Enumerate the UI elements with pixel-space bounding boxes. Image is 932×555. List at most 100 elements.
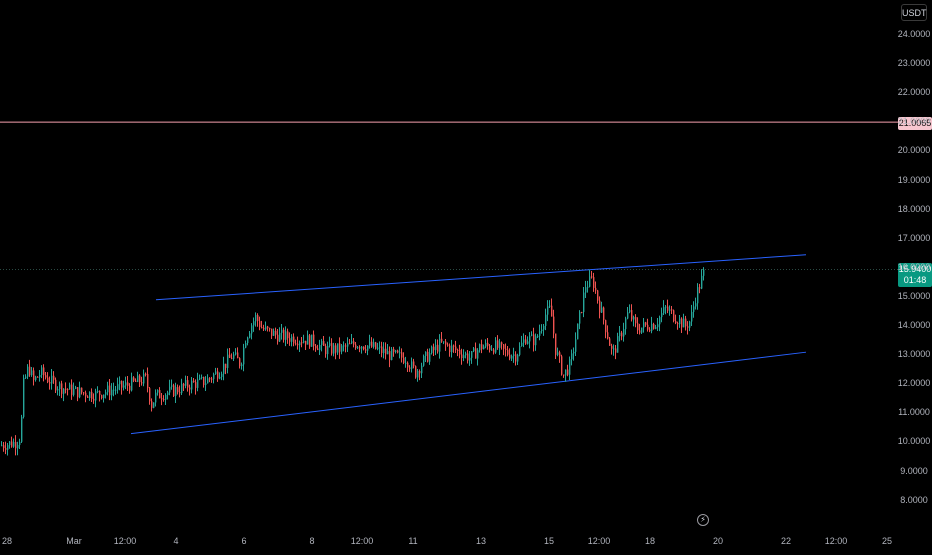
candle-body xyxy=(247,337,249,344)
candle-body xyxy=(535,336,537,346)
price-tick-label: 9.0000 xyxy=(900,465,928,476)
time-tick-label: 22 xyxy=(780,536,792,546)
candle-body xyxy=(187,380,189,388)
candle-body xyxy=(109,385,111,396)
candle-body xyxy=(85,392,87,397)
price-tick-label: 21.0000 xyxy=(897,116,931,127)
candle-body xyxy=(497,340,499,348)
candle-body xyxy=(667,306,669,311)
candle-body xyxy=(99,390,101,396)
candle-body xyxy=(595,287,597,291)
candle-body xyxy=(585,287,587,293)
candle-body xyxy=(285,331,287,340)
candle-body xyxy=(113,389,115,391)
chart-area[interactable] xyxy=(0,0,932,550)
candle-body xyxy=(37,376,39,378)
candle-body xyxy=(681,318,683,328)
candle-body xyxy=(433,346,435,351)
candle-body xyxy=(689,321,691,328)
candle-body xyxy=(517,354,519,362)
candle-body xyxy=(303,340,305,343)
candle-body xyxy=(275,330,277,335)
candle-body xyxy=(23,377,25,417)
candle-body xyxy=(633,317,635,320)
candle-body xyxy=(289,338,291,342)
candle-body xyxy=(195,382,197,388)
candle-body xyxy=(69,384,71,390)
candle-body xyxy=(655,327,657,329)
candle-body xyxy=(619,332,621,337)
candle-body xyxy=(649,329,651,332)
candle-body xyxy=(399,352,401,354)
candle-body xyxy=(93,398,95,401)
candle-body xyxy=(459,350,461,355)
candle-body xyxy=(173,385,175,397)
candle-body xyxy=(95,391,97,401)
candle-body xyxy=(223,363,225,374)
candle-body xyxy=(629,310,631,313)
candle-body xyxy=(9,441,11,446)
candle-body xyxy=(551,305,553,317)
channel-upper-line xyxy=(155,254,807,301)
candle-body xyxy=(107,385,109,393)
candle-body xyxy=(271,328,273,336)
candle-body xyxy=(577,323,579,340)
channel-lower-line xyxy=(130,351,807,435)
candle-body xyxy=(583,292,585,313)
candle-body xyxy=(347,343,349,347)
candle-body xyxy=(211,378,213,380)
candle-body xyxy=(437,344,439,352)
price-tick-label: 16.0000 xyxy=(897,261,931,272)
candle-body xyxy=(305,340,307,345)
candle-body xyxy=(355,344,357,349)
candle-body xyxy=(617,336,619,353)
price-tick-label: 15.0000 xyxy=(897,290,931,301)
candle-body xyxy=(199,377,201,380)
candle-body xyxy=(97,390,99,392)
price-tick-label: 8.0000 xyxy=(900,494,928,505)
candle-body xyxy=(503,344,505,349)
candle-body xyxy=(403,357,405,363)
bar-countdown: 01:48 xyxy=(903,275,927,285)
candle-body xyxy=(699,287,701,289)
candle-body xyxy=(465,353,467,356)
candle-body xyxy=(253,321,255,326)
candle-body xyxy=(301,342,303,344)
candle-body xyxy=(47,377,49,383)
candle-body xyxy=(131,377,133,391)
candle-body xyxy=(371,341,373,347)
time-tick-label: 4 xyxy=(173,536,179,546)
candle-body xyxy=(153,402,155,408)
lightning-bolt-icon[interactable]: ⚡ xyxy=(697,514,709,526)
candle-body xyxy=(547,306,549,315)
candle-body xyxy=(167,392,169,395)
candle-body xyxy=(671,309,673,311)
candle-body xyxy=(663,307,665,314)
candle-body xyxy=(183,383,185,386)
candle-body xyxy=(601,307,603,313)
candle-body xyxy=(701,275,703,289)
candle-body xyxy=(593,277,595,288)
candle-body xyxy=(233,354,235,359)
candle-body xyxy=(343,345,345,347)
candle-body xyxy=(185,380,187,386)
price-tick-label: 11.0000 xyxy=(898,407,930,418)
candle-body xyxy=(245,343,247,348)
candle-body xyxy=(587,286,589,288)
candle-body xyxy=(327,345,329,355)
price-chart[interactable] xyxy=(0,0,932,550)
candle-body xyxy=(685,318,687,327)
candle-body xyxy=(379,346,381,348)
candle-body xyxy=(425,351,427,357)
candle-body xyxy=(133,377,135,381)
candle-body xyxy=(87,396,89,398)
price-tick-label: 12.0000 xyxy=(897,378,931,389)
candle-body xyxy=(13,441,15,447)
candle-body xyxy=(143,373,145,384)
currency-button[interactable]: USDT xyxy=(901,4,927,21)
candle-body xyxy=(351,341,353,344)
candle-body xyxy=(263,327,265,330)
candle-body xyxy=(267,326,269,329)
candle-body xyxy=(257,315,259,322)
candle-body xyxy=(291,336,293,342)
